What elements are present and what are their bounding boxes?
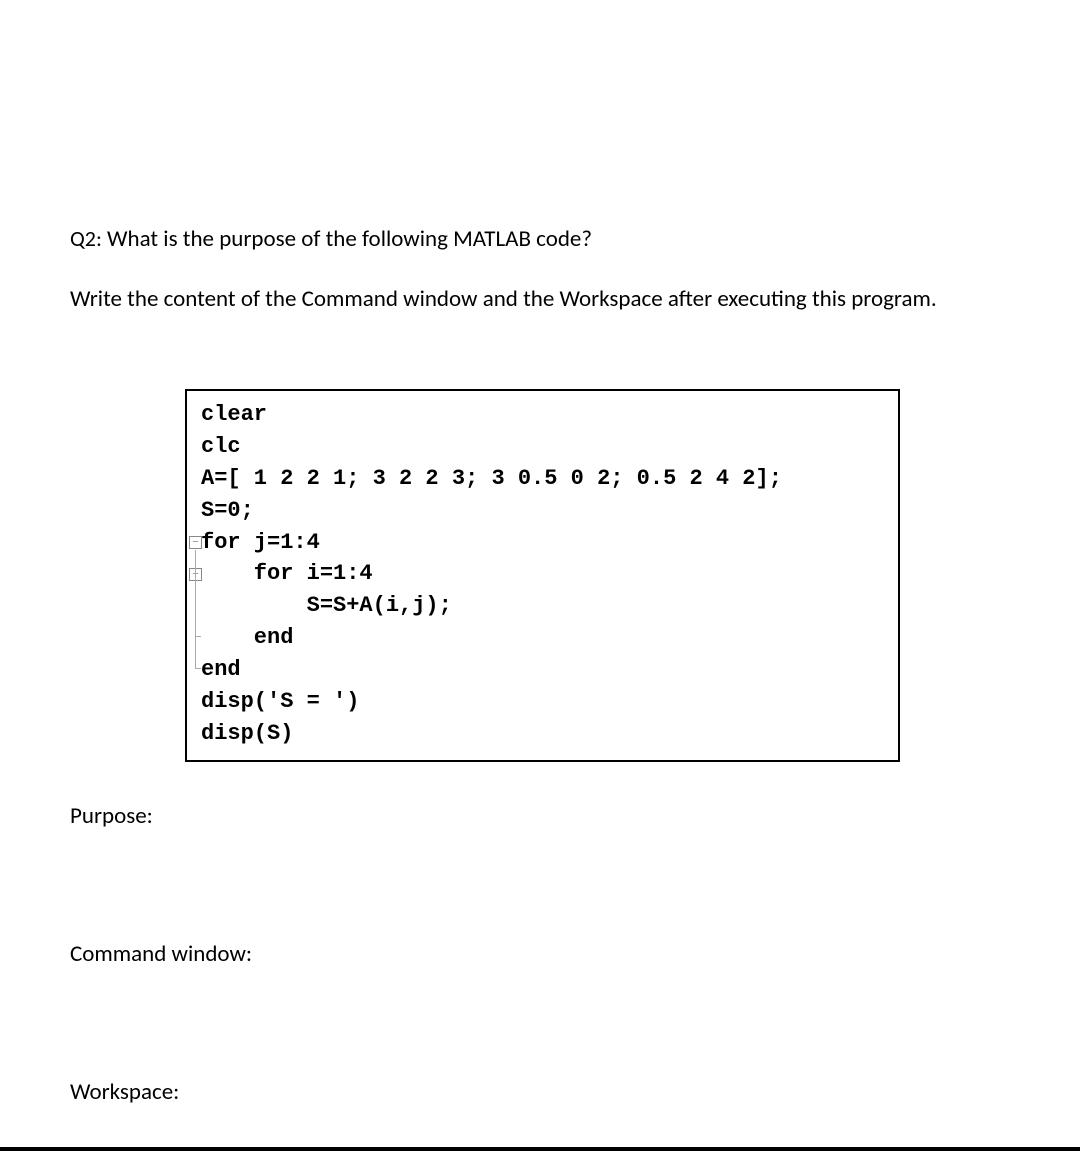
purpose-label: Purpose: [70,802,1010,830]
code-line: clear [201,402,267,427]
command-window-label: Command window: [70,940,1010,968]
code-line: clc [201,434,241,459]
code-text: clear clc A=[ 1 2 2 1; 3 2 2 3; 3 0.5 0 … [201,399,884,750]
code-block: − − clear clc A=[ 1 2 2 1; 3 2 2 3; 3 0.… [185,389,900,762]
fold-guide-line [195,582,196,636]
workspace-label: Workspace: [70,1078,1010,1106]
fold-end-tick [195,668,201,669]
code-line: for j=1:4 [201,530,320,555]
question-heading: Q2: What is the purpose of the following… [70,225,1010,253]
code-line: disp('S = ') [201,689,359,714]
document-page: Q2: What is the purpose of the following… [0,0,1080,1151]
document-content: Q2: What is the purpose of the following… [0,0,1080,1106]
code-line: end [201,625,293,650]
fold-icon: − [189,536,202,549]
code-line: disp(S) [201,721,293,746]
instruction-text: Write the content of the Command window … [70,281,1010,319]
code-line: S=0; [201,498,254,523]
fold-end-tick [195,636,201,637]
code-line: for i=1:4 [201,561,373,586]
question-text: What is the purpose of the following MAT… [107,225,592,253]
question-label: Q2: [70,225,102,252]
code-line: end [201,657,241,682]
code-line: S=S+A(i,j); [201,593,452,618]
code-line: A=[ 1 2 2 1; 3 2 2 3; 3 0.5 0 2; 0.5 2 4… [201,466,782,491]
